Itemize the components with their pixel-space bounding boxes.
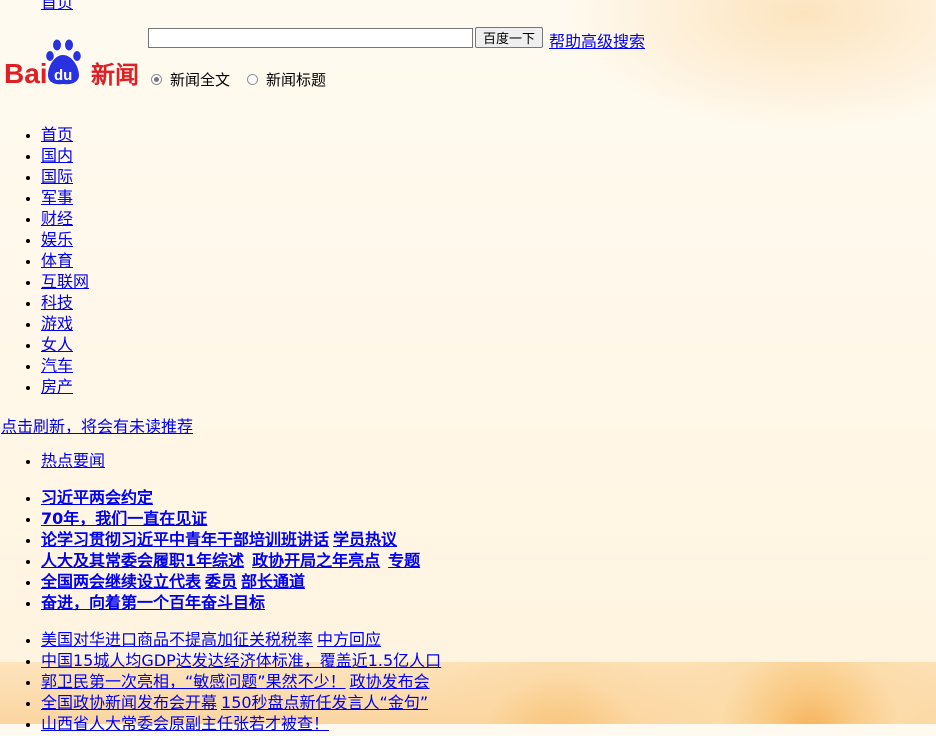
hot-news-tab-list: 热点要闻 — [0, 450, 105, 471]
search-input[interactable] — [148, 28, 473, 48]
headline-link[interactable]: 全国两会继续设立代表 — [41, 572, 201, 591]
nav-item: 女人 — [41, 334, 89, 355]
news-link[interactable]: 全国政协新闻发布会开幕 — [41, 693, 217, 712]
nav-item: 首页 — [41, 124, 89, 145]
news-related-link[interactable]: 政协发布会 — [350, 672, 430, 691]
nav-link-international[interactable]: 国际 — [41, 167, 73, 186]
tab-item: 热点要闻 — [41, 450, 105, 471]
nav-item: 财经 — [41, 208, 89, 229]
nav-link-tech[interactable]: 科技 — [41, 293, 73, 312]
radio-fulltext[interactable] — [151, 74, 162, 85]
search-button[interactable]: 百度一下 — [475, 27, 543, 48]
background-decoration-top — [560, 0, 936, 130]
baidu-news-logo[interactable]: Bai du 新闻 — [4, 39, 144, 87]
nav-item: 游戏 — [41, 313, 89, 334]
nav-item: 国际 — [41, 166, 89, 187]
headline-related-link[interactable]: 学员热议 — [333, 530, 397, 549]
headline-related-link[interactable]: 委员 — [205, 572, 237, 591]
help-links: 帮助高级搜索 — [549, 28, 645, 52]
news-link[interactable]: 美国对华进口商品不提高加征关税税率 — [41, 630, 313, 649]
nav-item: 互联网 — [41, 271, 89, 292]
channel-nav: 首页 国内 国际 军事 财经 娱乐 体育 互联网 科技 游戏 女人 汽车 房产 — [0, 124, 89, 397]
headline-list: 习近平两会约定 70年，我们一直在见证 论学习贯彻习近平中青年干部培训班讲话学员… — [0, 487, 420, 613]
nav-item: 娱乐 — [41, 229, 89, 250]
headline-link[interactable]: 习近平两会约定 — [41, 488, 153, 507]
headline-link[interactable]: 奋进，向着第一个百年奋斗目标 — [41, 593, 265, 612]
headline-item: 全国两会继续设立代表委员部长通道 — [41, 571, 420, 592]
news-related-link[interactable]: 150秒盘点新任发言人“金句” — [221, 693, 428, 712]
nav-item: 汽车 — [41, 355, 89, 376]
nav-link-military[interactable]: 军事 — [41, 188, 73, 207]
radio-title-label[interactable]: 新闻标题 — [266, 69, 326, 90]
logo-text-bai: Bai — [4, 58, 48, 87]
headline-link[interactable]: 人大及其常委会履职1年综述 — [41, 551, 244, 570]
tab-hot-news[interactable]: 热点要闻 — [41, 451, 105, 470]
news-list: 美国对华进口商品不提高加征关税税率中方回应 中国15城人均GDP达发达经济体标准… — [0, 629, 441, 734]
radio-fulltext-label[interactable]: 新闻全文 — [170, 69, 230, 90]
logo-text-news: 新闻 — [91, 61, 139, 87]
headline-item: 习近平两会约定 — [41, 487, 420, 508]
nav-link-domestic[interactable]: 国内 — [41, 146, 73, 165]
radio-title[interactable] — [247, 74, 259, 85]
news-item: 美国对华进口商品不提高加征关税税率中方回应 — [41, 629, 441, 650]
headline-link[interactable]: 论学习贯彻习近平中青年干部培训班讲话 — [41, 530, 329, 549]
news-item: 全国政协新闻发布会开幕150秒盘点新任发言人“金句” — [41, 692, 441, 713]
nav-item: 国内 — [41, 145, 89, 166]
advanced-search-link[interactable]: 高级搜索 — [581, 32, 645, 51]
nav-link-entertainment[interactable]: 娱乐 — [41, 230, 73, 249]
headline-item: 70年，我们一直在见证 — [41, 508, 420, 529]
headline-item: 论学习贯彻习近平中青年干部培训班讲话学员热议 — [41, 529, 420, 550]
refresh-recommendations-link[interactable]: 点击刷新，将会有未读推荐 — [1, 413, 193, 437]
news-related-link[interactable]: 中方回应 — [317, 630, 381, 649]
headline-related-link[interactable]: 部长通道 — [241, 572, 305, 591]
headline-related-link[interactable]: 政协开局之年亮点 — [252, 551, 380, 570]
logo-text-du: du — [54, 67, 72, 84]
nav-link-realestate[interactable]: 房产 — [41, 377, 73, 396]
nav-link-women[interactable]: 女人 — [41, 335, 73, 354]
nav-item: 房产 — [41, 376, 89, 397]
news-link[interactable]: 郭卫民第一次亮相，“敏感问题”果然不少！ — [41, 672, 346, 691]
nav-link-auto[interactable]: 汽车 — [41, 356, 73, 375]
nav-link-games[interactable]: 游戏 — [41, 314, 73, 333]
headline-item: 人大及其常委会履职1年综述政协开局之年亮点专题 — [41, 550, 420, 571]
cut-off-top-link[interactable]: 首页 — [41, 0, 73, 13]
nav-item: 体育 — [41, 250, 89, 271]
nav-link-internet[interactable]: 互联网 — [41, 272, 89, 291]
headline-link[interactable]: 70年，我们一直在见证 — [41, 509, 207, 528]
help-link[interactable]: 帮助 — [549, 32, 581, 51]
search-scope-options: 新闻全文 新闻标题 — [148, 69, 340, 90]
nav-link-sports[interactable]: 体育 — [41, 251, 73, 270]
headline-topic-link[interactable]: 专题 — [388, 551, 420, 570]
news-item: 郭卫民第一次亮相，“敏感问题”果然不少！政协发布会 — [41, 671, 441, 692]
nav-item: 科技 — [41, 292, 89, 313]
nav-item: 军事 — [41, 187, 89, 208]
nav-link-finance[interactable]: 财经 — [41, 209, 73, 228]
news-link[interactable]: 中国15城人均GDP达发达经济体标准，覆盖近1.5亿人口 — [41, 651, 441, 670]
headline-item: 奋进，向着第一个百年奋斗目标 — [41, 592, 420, 613]
nav-link-home[interactable]: 首页 — [41, 125, 73, 144]
news-item: 中国15城人均GDP达发达经济体标准，覆盖近1.5亿人口 — [41, 650, 441, 671]
